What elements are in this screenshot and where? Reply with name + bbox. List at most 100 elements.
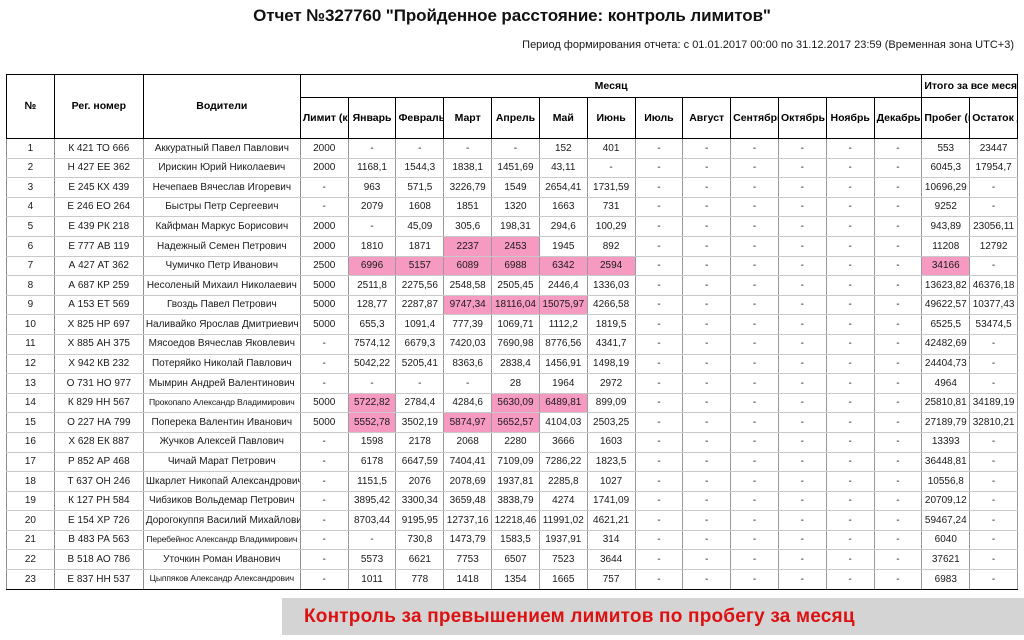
cell-may: 6489,81 bbox=[538, 392, 588, 414]
col-header-limit-remainder: Остаток до достижения лимита (км) bbox=[969, 97, 1018, 139]
cell-november: - bbox=[825, 549, 875, 571]
cell-reg-number: Х 885 АН 375 bbox=[53, 333, 144, 355]
cell-may: 1937,91 bbox=[538, 529, 588, 551]
cell-limit: 2000 bbox=[299, 157, 349, 179]
cell-march: 4284,6 bbox=[443, 392, 493, 414]
cell-october: - bbox=[777, 373, 827, 394]
cell-driver-name: Чумичко Петр Иванович bbox=[142, 255, 301, 277]
cell-august: - bbox=[682, 549, 732, 571]
cell-november: - bbox=[825, 255, 875, 277]
cell-february: 2275,56 bbox=[395, 275, 445, 296]
table-row: 15 О 227 НА 799 Поперека Валентин Иванович… bbox=[6, 412, 1018, 433]
cell-mileage-total: 36448,81 bbox=[921, 451, 971, 473]
table-row: 11 Х 885 АН 375 Мясоедов Вячеслав Яковлеви… bbox=[6, 333, 1018, 355]
cell-january: 5552,78 bbox=[347, 412, 397, 433]
cell-december: - bbox=[873, 373, 923, 394]
cell-december: - bbox=[873, 549, 923, 571]
cell-november: - bbox=[825, 412, 875, 433]
cell-september: - bbox=[730, 353, 779, 375]
cell-april: 1937,81 bbox=[491, 471, 540, 492]
cell-june: 2972 bbox=[586, 373, 636, 394]
col-header-june: Июнь bbox=[586, 97, 636, 139]
cell-limit-remainder: 12792 bbox=[969, 235, 1018, 257]
cell-january: 1810 bbox=[347, 235, 397, 257]
cell-january: - bbox=[347, 138, 397, 159]
cell-april: 5652,57 bbox=[491, 412, 540, 433]
cell-october: - bbox=[777, 569, 827, 590]
cell-december: - bbox=[873, 314, 923, 335]
cell-mileage-total: 37621 bbox=[921, 549, 971, 571]
cell-october: - bbox=[777, 314, 827, 335]
cell-march: 1418 bbox=[443, 569, 493, 590]
cell-november: - bbox=[825, 157, 875, 179]
cell-may: 4274 bbox=[538, 490, 588, 512]
cell-may: 1945 bbox=[538, 235, 588, 257]
cell-july: - bbox=[634, 157, 684, 179]
cell-october: - bbox=[777, 431, 827, 453]
cell-april: 3838,79 bbox=[491, 490, 540, 512]
cell-july: - bbox=[634, 314, 684, 335]
cell-limit-remainder: 10377,43 bbox=[969, 294, 1018, 316]
page-title: Отчет №327760 "Пройденное расстояние: ко… bbox=[253, 6, 771, 25]
cell-september: - bbox=[730, 235, 779, 257]
cell-march: 3659,48 bbox=[443, 490, 493, 512]
cell-august: - bbox=[682, 177, 732, 198]
cell-november: - bbox=[825, 431, 875, 453]
report-page: Отчет №327760 "Пройденное расстояние: ко… bbox=[0, 0, 1024, 640]
table-row: 2Н 427 ЕЕ 362 Ирискин Юрий Николаевич 2000… bbox=[6, 157, 1018, 179]
cell-index: 19 bbox=[6, 490, 55, 512]
cell-october: - bbox=[777, 255, 827, 277]
table-row: 5Е 439 РК 218 Кайфман Маркус Борисович 200… bbox=[6, 216, 1018, 237]
cell-april: 2453 bbox=[491, 235, 540, 257]
cell-february: 2287,87 bbox=[395, 294, 445, 316]
cell-december: - bbox=[873, 255, 923, 277]
cell-december: - bbox=[873, 510, 923, 531]
cell-august: - bbox=[682, 569, 732, 590]
cell-may: 294,6 bbox=[538, 216, 588, 237]
report-table-container: № Рег. номер Водители Месяц Итого за все… bbox=[0, 74, 1024, 590]
cell-index: 12 bbox=[6, 353, 55, 375]
table-row: 16 Х 628 ЕК 887 Жучков Алексей Павлович -15… bbox=[6, 431, 1018, 453]
cell-limit: - bbox=[299, 471, 349, 492]
cell-mileage-total: 10556,8 bbox=[921, 471, 971, 492]
cell-march: 12737,16 bbox=[443, 510, 493, 531]
cell-reg-number: О 227 НА 799 bbox=[53, 412, 144, 433]
cell-index: 5 bbox=[6, 216, 55, 237]
cell-mileage-total: 25810,81 bbox=[921, 392, 971, 414]
cell-october: - bbox=[777, 392, 827, 414]
col-header-september: Сентябрь bbox=[730, 97, 779, 139]
cell-limit: 2000 bbox=[299, 216, 349, 237]
table-row: 12 Х 942 КВ 232 Потеряйко Николай Павлович… bbox=[6, 353, 1018, 375]
cell-august: - bbox=[682, 216, 732, 237]
cell-april: 198,31 bbox=[491, 216, 540, 237]
cell-april: 1451,69 bbox=[491, 157, 540, 179]
cell-january: 963 bbox=[347, 177, 397, 198]
cell-february: 2178 bbox=[395, 431, 445, 453]
cell-mileage-total: 10696,29 bbox=[921, 177, 971, 198]
cell-november: - bbox=[825, 471, 875, 492]
cell-december: - bbox=[873, 157, 923, 179]
cell-february: 6679,3 bbox=[395, 333, 445, 355]
cell-december: - bbox=[873, 177, 923, 198]
cell-index: 8 bbox=[6, 275, 55, 296]
cell-august: - bbox=[682, 373, 732, 394]
cell-limit: - bbox=[299, 353, 349, 375]
cell-september: - bbox=[730, 392, 779, 414]
cell-march: 2237 bbox=[443, 235, 493, 257]
cell-may: 6342 bbox=[538, 255, 588, 277]
cell-index: 10 bbox=[6, 314, 55, 335]
cell-november: - bbox=[825, 333, 875, 355]
cell-may: 1663 bbox=[538, 196, 588, 218]
cell-limit: - bbox=[299, 196, 349, 218]
cell-driver-name: Наливайко Ярослав Дмитриевич bbox=[142, 314, 301, 335]
cell-july: - bbox=[634, 569, 684, 590]
cell-september: - bbox=[730, 255, 779, 277]
cell-february: 571,5 bbox=[395, 177, 445, 198]
cell-september: - bbox=[730, 529, 779, 551]
table-body: 1К 421 ТО 666 Аккуратный Павел Павлович 20… bbox=[6, 138, 1018, 590]
cell-driver-name: Несоленый Михаил Николаевич bbox=[142, 275, 301, 296]
cell-mileage-total: 49622,57 bbox=[921, 294, 971, 316]
cell-reg-number: Т 637 ОН 246 bbox=[53, 471, 144, 492]
table-row: 4Е 246 ЕО 264 Быстры Петр Сергеевич -2079 1… bbox=[6, 196, 1018, 218]
cell-july: - bbox=[634, 275, 684, 296]
